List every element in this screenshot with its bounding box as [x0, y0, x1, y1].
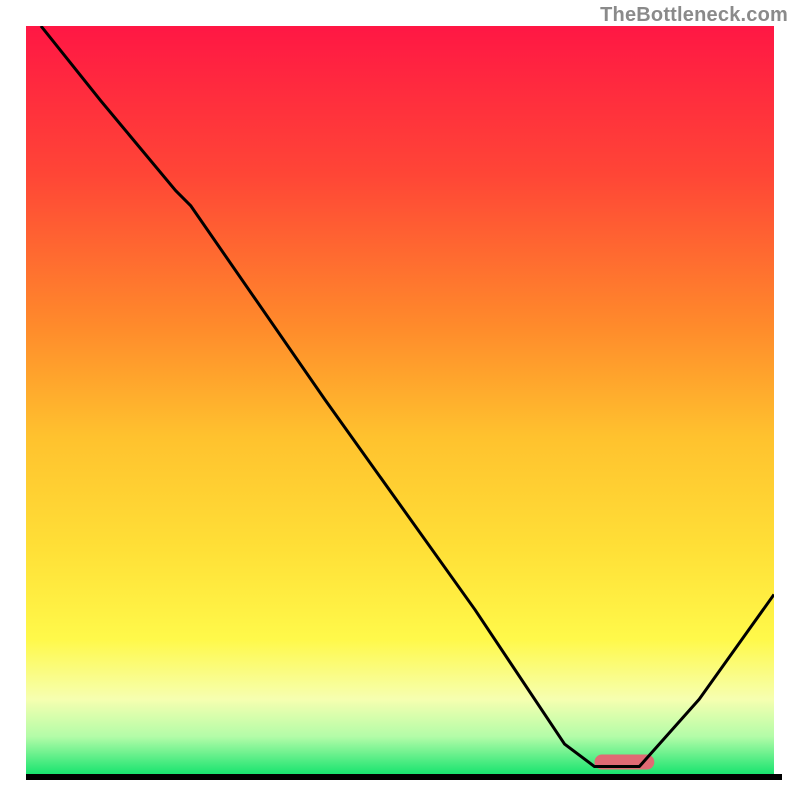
- chart-svg: [26, 26, 774, 774]
- chart-plot-area: [26, 26, 774, 774]
- x-axis-line: [26, 774, 782, 780]
- gradient-backplate: [26, 26, 774, 774]
- watermark-label: TheBottleneck.com: [600, 4, 788, 27]
